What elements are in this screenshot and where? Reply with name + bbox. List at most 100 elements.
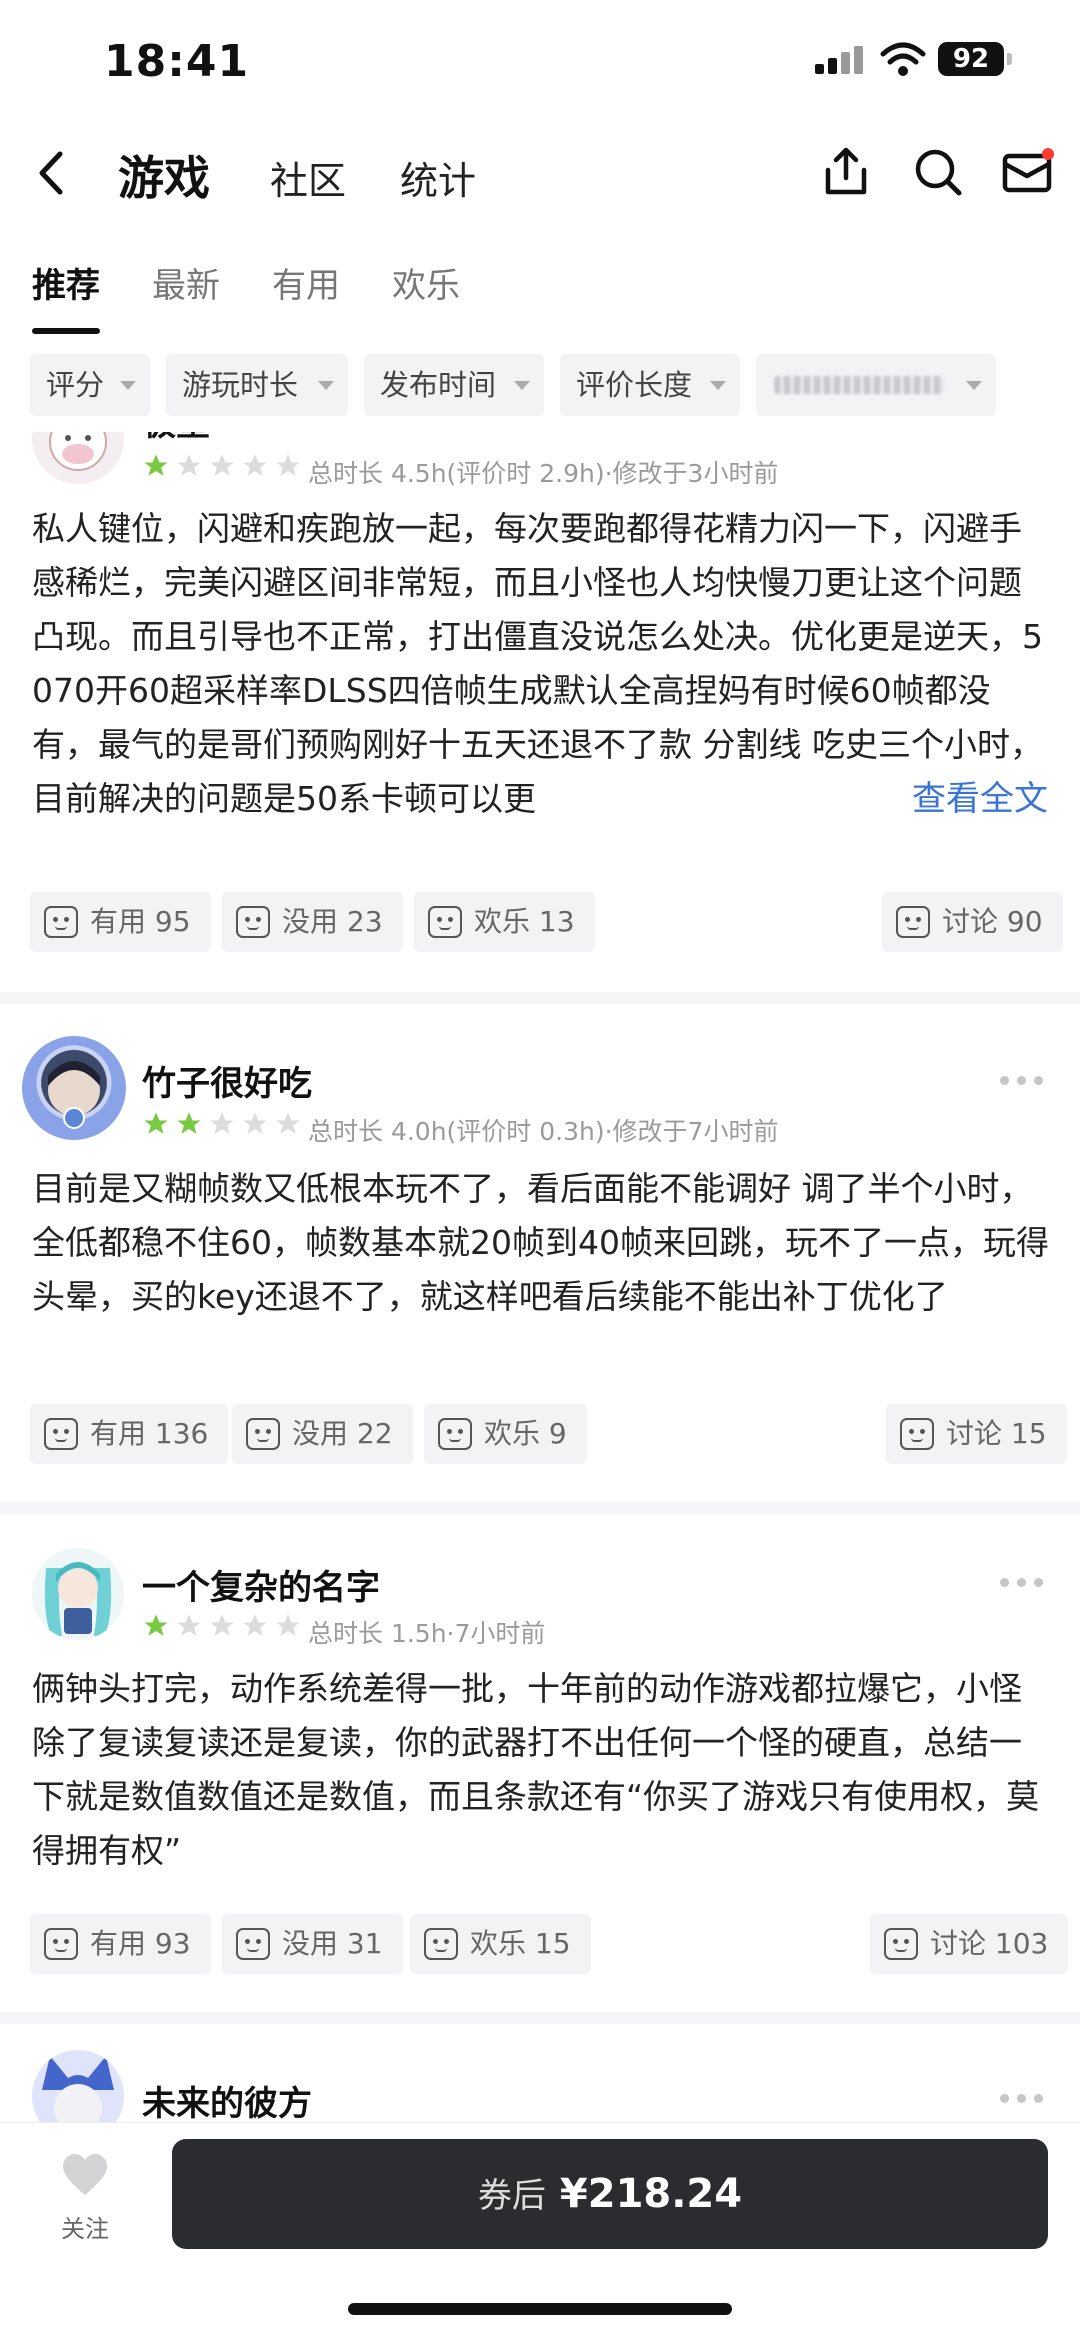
filter-post-time[interactable]: 发布时间 — [364, 354, 544, 416]
star-icon — [210, 1112, 234, 1134]
chevron-down-icon — [514, 381, 530, 390]
useless-count: 没用 23 — [282, 905, 383, 938]
star-icon — [243, 1614, 267, 1636]
discuss-button[interactable]: 讨论 15 — [886, 1404, 1067, 1464]
subtab-recommended[interactable]: 推荐 — [32, 258, 100, 307]
tab-community[interactable]: 社区 — [270, 150, 346, 205]
discuss-count: 讨论 103 — [930, 1927, 1049, 1960]
subtab-fun[interactable]: 欢乐 — [392, 258, 460, 307]
discuss-button[interactable]: 讨论 90 — [882, 892, 1063, 952]
fun-count: 欢乐 15 — [470, 1927, 571, 1960]
fun-count: 欢乐 9 — [484, 1417, 567, 1450]
star-icon — [243, 1112, 267, 1134]
meh-face-icon — [236, 1928, 270, 1960]
rating-stars — [142, 1110, 307, 1140]
search-icon[interactable] — [910, 144, 966, 200]
useless-button[interactable]: 没用 23 — [222, 892, 403, 952]
tab-stats[interactable]: 统计 — [400, 150, 476, 205]
divider — [0, 992, 1080, 1004]
filter-rating[interactable]: 评分 — [30, 354, 150, 416]
star-icon — [177, 1614, 201, 1636]
fun-button[interactable]: 欢乐 15 — [410, 1914, 591, 1974]
star-icon — [177, 1112, 201, 1134]
review-username[interactable]: 一个复杂的名字 — [142, 1560, 380, 1609]
laugh-face-icon — [438, 1418, 472, 1450]
discuss-count: 讨论 90 — [942, 905, 1043, 938]
bottom-action-bar: 关注 券后 ¥218.24 — [0, 2122, 1080, 2337]
chevron-down-icon — [966, 381, 982, 390]
useful-count: 有用 93 — [90, 1927, 191, 1960]
subtab-latest[interactable]: 最新 — [152, 258, 220, 307]
avatar-image — [42, 2056, 114, 2122]
discuss-button[interactable]: 讨论 103 — [870, 1914, 1069, 1974]
more-options-icon[interactable] — [1000, 2094, 1044, 2106]
review-meta: 总时长 1.5h·7小时前 — [308, 1619, 546, 1648]
fun-button[interactable]: 欢乐 13 — [414, 892, 595, 952]
avatar[interactable] — [32, 432, 124, 484]
avatar-image — [48, 1061, 100, 1129]
chevron-down-icon — [120, 381, 136, 390]
buy-button[interactable]: 券后 ¥218.24 — [172, 2139, 1048, 2249]
star-icon — [243, 454, 267, 476]
top-nav: 游戏 社区 统计 — [0, 130, 1080, 218]
coupon-label: 券后 — [477, 2176, 546, 2216]
laugh-face-icon — [428, 906, 462, 938]
more-options-icon[interactable] — [1000, 432, 1044, 434]
fun-count: 欢乐 13 — [474, 905, 575, 938]
back-icon[interactable] — [28, 148, 78, 198]
fun-button[interactable]: 欢乐 9 — [424, 1404, 587, 1464]
useless-button[interactable]: 没用 22 — [232, 1404, 413, 1464]
star-icon — [177, 454, 201, 476]
star-icon — [276, 454, 300, 476]
review-text[interactable]: 目前是又糊帧数又低根本玩不了，看后面能不能调好 调了半个小时，全低都稳不住60，… — [32, 1162, 1052, 1324]
useful-count: 有用 95 — [90, 905, 191, 938]
useful-count: 有用 136 — [90, 1417, 209, 1450]
review-username[interactable]: 未来的彼方 — [142, 2076, 312, 2122]
review-username[interactable]: 竹子很好吃 — [142, 1056, 312, 1105]
comment-face-icon — [884, 1928, 918, 1960]
price: ¥218.24 — [559, 2171, 743, 2217]
rating-stars — [142, 452, 307, 482]
mail-icon[interactable] — [1000, 144, 1056, 200]
status-bar: 18:41 92 — [0, 0, 1080, 120]
thumbs-up-face-icon — [44, 906, 78, 938]
avatar[interactable] — [22, 1036, 126, 1140]
review-card: 竹子很好吃 总时长 4.0h(评价时 0.3h)·修改于7小时前 目前是又糊帧数… — [0, 1036, 1080, 1536]
review-feed[interactable]: 极望 总时长 4.5h(评价时 2.9h)·修改于3小时前 私人键位，闪避和疾跑… — [0, 432, 1080, 2122]
filter-review-length-label: 评价长度 — [576, 368, 693, 402]
thumbs-up-face-icon — [44, 1418, 78, 1450]
review-text[interactable]: 俩钟头打完，动作系统差得一批，十年前的动作游戏都拉爆它，小怪除了复读复读还是复读… — [32, 1662, 1052, 1878]
useful-button[interactable]: 有用 93 — [30, 1914, 211, 1974]
read-more-link[interactable]: 查看全文 — [832, 772, 1048, 826]
home-indicator[interactable] — [348, 2303, 732, 2315]
filter-review-length[interactable]: 评价长度 — [560, 354, 740, 416]
useless-button[interactable]: 没用 31 — [222, 1914, 403, 1974]
chevron-down-icon — [710, 381, 726, 390]
useful-button[interactable]: 有用 95 — [30, 892, 211, 952]
useful-button[interactable]: 有用 136 — [30, 1404, 229, 1464]
filter-blurred[interactable] — [756, 354, 996, 416]
chevron-down-icon — [318, 381, 334, 390]
follow-button[interactable]: 关注 — [40, 2153, 130, 2253]
share-icon[interactable] — [818, 144, 874, 200]
avatar[interactable] — [32, 2050, 124, 2122]
more-options-icon[interactable] — [1000, 1076, 1044, 1088]
wifi-icon — [880, 42, 926, 76]
star-icon — [144, 1112, 168, 1134]
heart-icon — [63, 2154, 107, 2195]
avatar[interactable] — [32, 1548, 124, 1640]
divider — [0, 1502, 1080, 1514]
star-icon — [276, 1112, 300, 1134]
page-title[interactable]: 游戏 — [118, 142, 210, 208]
star-icon — [144, 1614, 168, 1636]
filter-playtime-label: 游玩时长 — [182, 368, 299, 402]
review-card: 一个复杂的名字 总时长 1.5h·7小时前 俩钟头打完，动作系统差得一批，十年前… — [0, 1548, 1080, 2048]
useless-count: 没用 22 — [292, 1417, 393, 1450]
laugh-face-icon — [424, 1928, 458, 1960]
more-options-icon[interactable] — [1000, 1578, 1044, 1590]
filter-playtime[interactable]: 游玩时长 — [166, 354, 348, 416]
review-username[interactable]: 极望 — [142, 432, 210, 445]
battery-indicator: 92 — [938, 42, 1012, 76]
subtab-useful[interactable]: 有用 — [272, 258, 340, 307]
star-icon — [210, 1614, 234, 1636]
